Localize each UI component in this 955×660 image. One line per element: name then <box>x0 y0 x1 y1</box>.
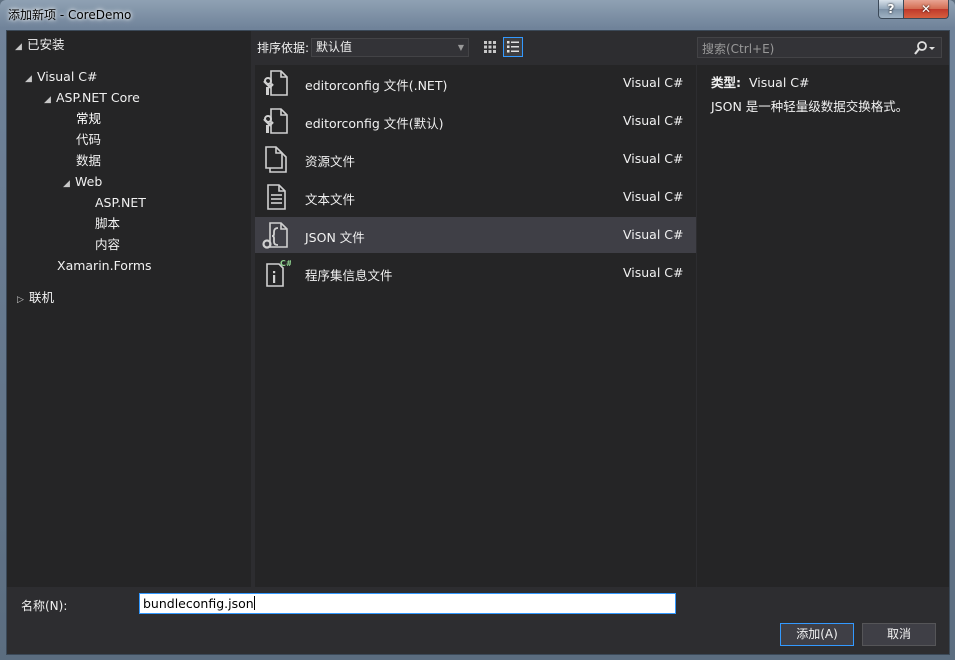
template-description: JSON 是一种轻量级数据交换格式。 <box>711 99 909 114</box>
list-view-icon <box>507 41 519 53</box>
tree-node-label: 脚本 <box>95 216 121 231</box>
tree-node-xamarin-forms[interactable]: Xamarin.Forms <box>57 256 152 276</box>
cancel-button[interactable]: 取消 <box>862 623 936 646</box>
name-input-value: bundleconfig.json <box>143 596 254 611</box>
tree-node-label: 代码 <box>76 132 102 147</box>
editorconfig-icon <box>263 70 288 96</box>
template-list: editorconfig 文件(.NET) Visual C# editorco… <box>255 65 696 587</box>
tree-node-code[interactable]: 代码 <box>76 130 101 150</box>
resource-file-icon <box>265 146 287 173</box>
type-line: 类型: Visual C# <box>711 72 809 91</box>
list-item[interactable]: editorconfig 文件(默认) Visual C# <box>255 103 696 139</box>
tree-node-general[interactable]: 常规 <box>76 109 101 129</box>
expanded-triangle-icon: ◢ <box>44 95 51 105</box>
tree-node-aspnet[interactable]: ASP.NET <box>95 193 146 213</box>
list-view-button[interactable] <box>503 37 523 57</box>
expanded-triangle-icon: ◢ <box>25 74 32 84</box>
search-input[interactable]: 搜索(Ctrl+E) <box>697 37 942 58</box>
dialog-client-area: ◢ 已安装 ◢ Visual C# ◢ ASP.NET Core 常规 代码 数据 ◢… <box>6 30 950 655</box>
tree-node-label: Visual C# <box>37 69 98 84</box>
item-language: Visual C# <box>623 227 684 242</box>
dialog-window: 添加新项 - CoreDemo ? ✕ ◢ 已安装 ◢ Visual C# ◢ ASP… <box>0 0 955 660</box>
text-file-icon <box>267 184 286 210</box>
item-language: Visual C# <box>623 151 684 166</box>
sort-dropdown[interactable]: 默认值 ▼ <box>311 38 469 57</box>
assembly-info-icon: C# <box>266 259 291 287</box>
list-item[interactable]: 资源文件 Visual C# <box>255 141 696 177</box>
tree-node-label: Web <box>75 174 103 189</box>
name-input[interactable]: bundleconfig.json <box>139 593 676 614</box>
item-language: Visual C# <box>623 113 684 128</box>
item-name: 文本文件 <box>305 192 356 207</box>
list-item[interactable]: C# 程序集信息文件 Visual C# <box>255 255 696 291</box>
item-language: Visual C# <box>623 75 684 90</box>
tree-node-installed[interactable]: ◢ 已安装 <box>15 35 65 55</box>
tree-node-aspnet-core[interactable]: ◢ ASP.NET Core <box>44 88 140 108</box>
tree-node-visual-csharp[interactable]: ◢ Visual C# <box>25 67 98 87</box>
add-button[interactable]: 添加(A) <box>780 623 854 646</box>
grid-view-icon <box>484 41 496 53</box>
tree-node-label: Xamarin.Forms <box>57 258 152 273</box>
sort-dropdown-value: 默认值 <box>316 40 353 54</box>
caption-buttons: ? ✕ <box>878 0 949 19</box>
tree-node-label: 内容 <box>95 237 121 252</box>
tree-node-online[interactable]: ▷ 联机 <box>17 288 54 308</box>
tree-node-label: 常规 <box>76 111 102 126</box>
tree-node-label: ASP.NET Core <box>56 90 140 105</box>
title-bar: 添加新项 - CoreDemo ? ✕ <box>0 0 955 30</box>
name-label: 名称(N): <box>21 599 68 613</box>
small-icons-view-button[interactable] <box>480 37 500 57</box>
tree-node-data[interactable]: 数据 <box>76 151 101 171</box>
item-name: 资源文件 <box>305 154 356 169</box>
item-language: Visual C# <box>623 265 684 280</box>
svg-text:C#: C# <box>280 259 291 268</box>
window-title: 添加新项 - CoreDemo <box>8 8 132 22</box>
tree-node-label: ASP.NET <box>95 195 146 210</box>
item-name: editorconfig 文件(.NET) <box>305 78 448 93</box>
text-caret <box>253 596 255 610</box>
close-button[interactable]: ✕ <box>904 0 949 19</box>
search-icon[interactable] <box>913 39 937 57</box>
tree-node-content[interactable]: 内容 <box>95 235 120 255</box>
expanded-triangle-icon: ◢ <box>63 179 70 189</box>
json-file-icon <box>262 222 288 249</box>
list-item[interactable]: 文本文件 Visual C# <box>255 179 696 215</box>
item-language: Visual C# <box>623 189 684 204</box>
help-button[interactable]: ? <box>878 0 904 19</box>
search-placeholder: 搜索(Ctrl+E) <box>702 42 775 56</box>
item-name: 程序集信息文件 <box>305 268 393 283</box>
type-label: 类型: <box>711 75 741 90</box>
chevron-down-icon: ▼ <box>457 43 464 52</box>
expanded-triangle-icon: ◢ <box>15 42 22 52</box>
tree-node-label: 数据 <box>76 153 102 168</box>
list-item-selected[interactable]: JSON 文件 Visual C# <box>255 217 696 253</box>
item-name: editorconfig 文件(默认) <box>305 116 444 131</box>
editorconfig-icon <box>263 108 288 134</box>
type-value: Visual C# <box>748 75 810 90</box>
tree-node-label: 已安装 <box>27 37 65 52</box>
collapsed-triangle-icon: ▷ <box>17 295 24 305</box>
sort-label: 排序依据: <box>257 41 310 55</box>
item-name: JSON 文件 <box>305 230 365 245</box>
details-pane: 类型: Visual C# JSON 是一种轻量级数据交换格式。 <box>697 65 949 587</box>
tree-node-script[interactable]: 脚本 <box>95 214 120 234</box>
tree-node-web[interactable]: ◢ Web <box>63 172 102 192</box>
template-tree: ◢ 已安装 ◢ Visual C# ◢ ASP.NET Core 常规 代码 数据 ◢… <box>7 31 251 587</box>
tree-node-label: 联机 <box>29 290 55 305</box>
list-item[interactable]: editorconfig 文件(.NET) Visual C# <box>255 65 696 101</box>
